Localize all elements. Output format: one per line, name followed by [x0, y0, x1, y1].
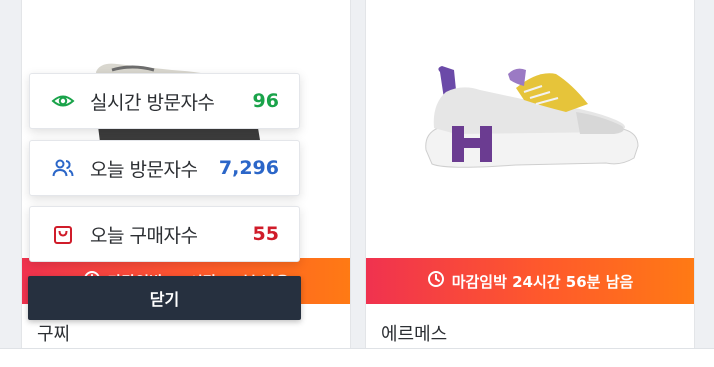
shopping-bag-icon	[50, 221, 76, 247]
stat-label: 실시간 방문자수	[90, 91, 215, 114]
eye-icon	[50, 88, 76, 114]
bottom-divider	[0, 348, 714, 367]
users-icon	[50, 155, 76, 181]
stat-label: 오늘 구매자수	[90, 224, 198, 247]
stat-value: 96	[252, 90, 279, 112]
stat-live-visitors: 실시간 방문자수 96	[29, 73, 300, 129]
deadline-text: 마감임박 24시간 56분 남음	[451, 272, 634, 291]
close-button[interactable]: 닫기	[28, 276, 301, 320]
stat-value: 55	[252, 223, 279, 245]
product-brand[interactable]: 구찌	[37, 320, 70, 346]
stat-label: 오늘 방문자수	[90, 158, 198, 181]
stat-today-visitors: 오늘 방문자수 7,296	[29, 140, 300, 196]
deadline-banner: 마감임박 24시간 56분 남음	[366, 258, 694, 304]
product-card-hermes[interactable]: 마감임박 24시간 56분 남음 에르메스	[365, 0, 695, 348]
product-image[interactable]	[366, 0, 694, 258]
stat-value: 7,296	[218, 157, 279, 179]
stat-today-buyers: 오늘 구매자수 55	[29, 206, 300, 262]
product-brand[interactable]: 에르메스	[381, 320, 447, 346]
clock-icon	[427, 270, 445, 292]
